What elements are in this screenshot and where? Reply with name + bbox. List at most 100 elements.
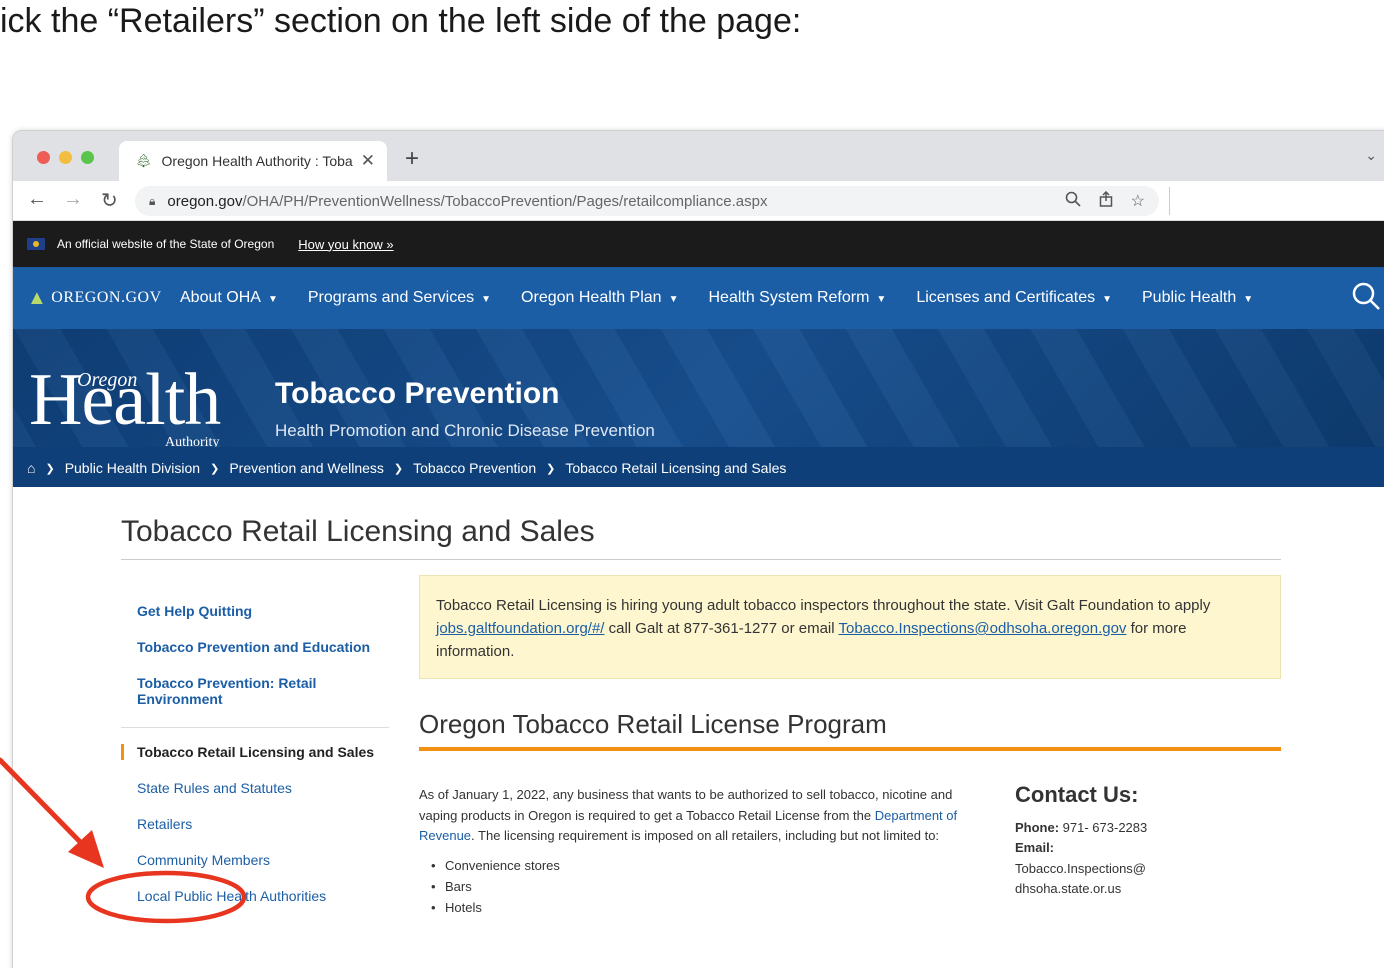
- list-item: Convenience stores: [431, 855, 989, 876]
- breadcrumb-item[interactable]: Prevention and Wellness: [229, 460, 384, 476]
- sidebar-item-retailers[interactable]: Retailers: [121, 816, 389, 832]
- email-label: Email:: [1015, 838, 1195, 859]
- breadcrumb-current: Tobacco Retail Licensing and Sales: [565, 460, 787, 476]
- tab-search-chevron-icon[interactable]: ⌄: [1365, 147, 1377, 164]
- nav-item-licenses-and-certificates[interactable]: Licenses and Certificates ▼: [901, 289, 1127, 307]
- caret-down-icon: ▼: [267, 294, 278, 305]
- contact-box: Contact Us: Phone: 971- 673-2283 Email: …: [1015, 782, 1195, 900]
- sidebar-item-retail-environment[interactable]: Tobacco Prevention: Retail Environment: [121, 675, 389, 707]
- url-input[interactable]: 🔒︎ oregon.gov/OHA/PH/PreventionWellness/…: [135, 186, 1159, 216]
- share-icon[interactable]: [1099, 191, 1113, 207]
- url-domain: oregon.gov: [167, 192, 243, 210]
- extension-area: [1169, 187, 1384, 215]
- oha-logo[interactable]: Health Oregon Authority: [29, 363, 221, 450]
- minimize-window-button[interactable]: [59, 151, 72, 164]
- nav-item-health-system-reform[interactable]: Health System Reform ▼: [693, 289, 901, 307]
- caret-down-icon: ▼: [481, 294, 492, 305]
- oha-logo-oregon: Oregon: [77, 369, 138, 391]
- breadcrumb-item[interactable]: Tobacco Prevention: [413, 460, 536, 476]
- nav-item-public-health[interactable]: Public Health ▼: [1127, 289, 1268, 307]
- oregon-flag-icon: [27, 238, 45, 250]
- page-title: Tobacco Retail Licensing and Sales: [121, 515, 595, 548]
- chevron-right-icon: ❯: [393, 462, 404, 475]
- breadcrumb-bar: ⌂ ❯ Public Health Division ❯ Prevention …: [13, 447, 1384, 487]
- main-navigation: ▲ OREGON.GOV About OHA ▼ Programs and Ser…: [13, 267, 1384, 329]
- how-you-know-link[interactable]: How you know »: [298, 237, 393, 252]
- contact-phone: Phone: 971- 673-2283: [1015, 818, 1195, 839]
- banner-subtitle: Health Promotion and Chronic Disease Pre…: [275, 421, 655, 440]
- email-value-2[interactable]: dhsoha.state.or.us: [1015, 879, 1195, 900]
- banner-title: Tobacco Prevention: [275, 377, 560, 410]
- nav-links: About OHA ▼ Programs and Services ▼ Oregon…: [165, 289, 1268, 307]
- omnibox-actions: ☆: [1065, 191, 1145, 211]
- address-bar: ← → ↻ 🔒︎ oregon.gov/OHA/PH/PreventionWel…: [13, 181, 1384, 221]
- browser-window: 🌲︎ Oregon Health Authority : Toba ✕ + ⌄ …: [12, 130, 1384, 968]
- sidebar-item-tobacco-prevention-education[interactable]: Tobacco Prevention and Education: [121, 639, 389, 655]
- sidebar-item-local-public-health[interactable]: Local Public Health Authorities: [121, 888, 389, 904]
- chevron-right-icon: ❯: [546, 462, 556, 475]
- zoom-icon[interactable]: [1065, 191, 1081, 207]
- forward-arrow-icon[interactable]: →: [63, 188, 83, 211]
- nav-item-label: Programs and Services: [307, 289, 475, 306]
- program-text: . The licensing requirement is imposed o…: [471, 828, 940, 843]
- nav-item-label: Licenses and Certificates: [916, 289, 1096, 306]
- sidebar-item-get-help-quitting[interactable]: Get Help Quitting: [121, 603, 389, 619]
- tree-logo-icon: ▲: [27, 286, 48, 309]
- phone-label: Phone:: [1015, 819, 1060, 835]
- nav-item-label: Oregon Health Plan: [521, 289, 662, 306]
- favicon-icon: 🌲︎: [135, 153, 152, 168]
- official-site-banner: An official website of the State of Oreg…: [13, 221, 1384, 267]
- retailer-types-list: Convenience stores Bars Hotels: [419, 855, 989, 918]
- chevron-right-icon: ❯: [210, 462, 220, 475]
- back-arrow-icon[interactable]: ←: [27, 188, 47, 211]
- program-divider: [419, 747, 1281, 751]
- browser-tab[interactable]: 🌲︎ Oregon Health Authority : Toba ✕: [119, 141, 387, 181]
- caret-down-icon: ▼: [668, 294, 679, 305]
- sidebar-item-community-members[interactable]: Community Members: [121, 852, 389, 868]
- nav-item-label: About OHA: [180, 289, 261, 306]
- chevron-right-icon: ❯: [45, 462, 55, 475]
- program-description: As of January 1, 2022, any business that…: [419, 785, 989, 918]
- official-site-text: An official website of the State of Oreg…: [57, 237, 275, 251]
- reload-icon[interactable]: ↻: [101, 188, 118, 213]
- lock-icon: 🔒︎: [149, 193, 156, 208]
- hiring-notice: Tobacco Retail Licensing is hiring young…: [419, 575, 1281, 679]
- oregon-gov-logo-text: OREGON.GOV: [51, 289, 162, 306]
- tab-title: Oregon Health Authority : Toba: [161, 153, 353, 169]
- caret-down-icon: ▼: [876, 294, 887, 305]
- program-title: Oregon Tobacco Retail License Program: [419, 709, 887, 739]
- nav-item-about-oha[interactable]: About OHA ▼: [165, 289, 293, 307]
- program-text: As of January 1, 2022, any business that…: [419, 787, 953, 823]
- sidebar-item-active[interactable]: Tobacco Retail Licensing and Sales: [121, 744, 389, 760]
- phone-value: 971- 673-2283: [1059, 819, 1148, 835]
- close-window-button[interactable]: [37, 151, 50, 164]
- notice-text: Tobacco Retail Licensing is hiring young…: [436, 597, 1211, 614]
- nav-item-programs-and-services[interactable]: Programs and Services ▼: [293, 289, 506, 307]
- side-navigation: Get Help Quitting Tobacco Prevention and…: [121, 603, 389, 924]
- bookmark-star-icon[interactable]: ☆: [1131, 191, 1145, 211]
- nav-item-label: Health System Reform: [708, 289, 870, 306]
- home-icon[interactable]: ⌂: [27, 460, 35, 476]
- instruction-text: ick the “Retailers” section on the left …: [0, 2, 802, 40]
- nav-item-oregon-health-plan[interactable]: Oregon Health Plan ▼: [506, 289, 693, 307]
- notice-text: call Galt at 877-361-1277 or email: [604, 620, 839, 637]
- new-tab-icon[interactable]: +: [405, 145, 419, 173]
- caret-down-icon: ▼: [1243, 294, 1254, 305]
- inspections-email-link[interactable]: Tobacco.Inspections@odhsoha.oregon.gov: [839, 620, 1127, 637]
- breadcrumb: ⌂ ❯ Public Health Division ❯ Prevention …: [27, 460, 786, 476]
- caret-down-icon: ▼: [1102, 294, 1112, 305]
- tab-bar: 🌲︎ Oregon Health Authority : Toba ✕ + ⌄: [13, 131, 1384, 181]
- breadcrumb-item[interactable]: Public Health Division: [65, 460, 200, 476]
- oregon-gov-logo[interactable]: ▲ OREGON.GOV: [13, 287, 165, 310]
- sidebar-item-state-rules[interactable]: State Rules and Statutes: [121, 780, 389, 796]
- close-tab-icon[interactable]: ✕: [361, 151, 375, 171]
- list-item: Bars: [431, 876, 989, 897]
- contact-title: Contact Us:: [1015, 782, 1139, 807]
- email-value-1[interactable]: Tobacco.Inspections@: [1015, 859, 1195, 880]
- maximize-window-button[interactable]: [81, 151, 94, 164]
- galt-jobs-link[interactable]: jobs.galtfoundation.org/#/: [436, 620, 604, 637]
- search-icon[interactable]: [1351, 281, 1381, 311]
- nav-item-label: Public Health: [1142, 289, 1237, 306]
- sidebar-divider: [121, 727, 389, 728]
- email-label-text: Email:: [1015, 840, 1055, 855]
